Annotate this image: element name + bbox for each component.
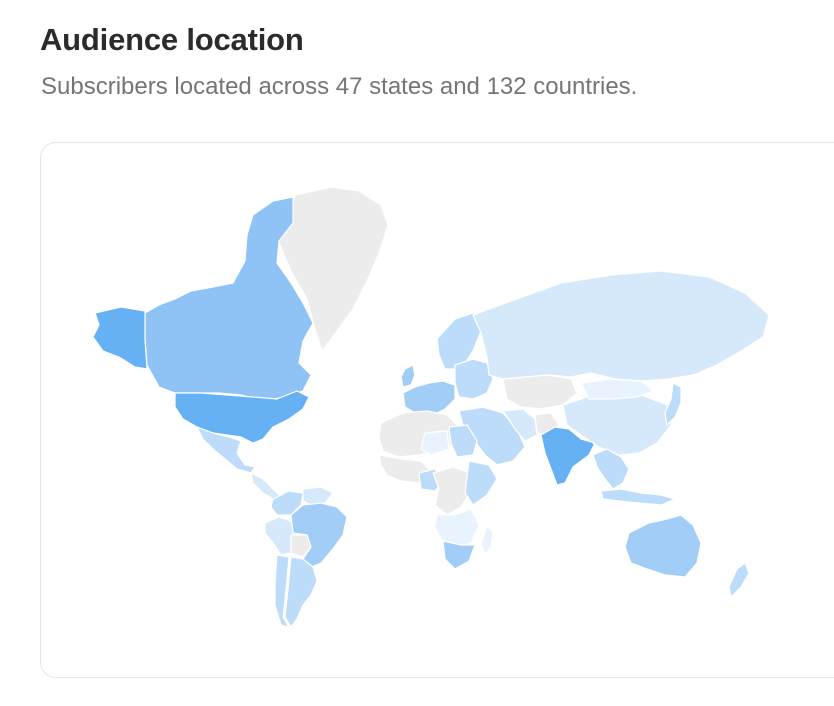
- region-venezuela[interactable]: [302, 486, 334, 506]
- section-subtitle: Subscribers located across 47 states and…: [41, 73, 638, 100]
- region-libya[interactable]: [420, 430, 450, 456]
- region-japan[interactable]: [664, 382, 682, 426]
- region-southern-africa[interactable]: [434, 508, 480, 548]
- map-card: [40, 142, 834, 678]
- region-madagascar[interactable]: [480, 526, 494, 556]
- region-south-africa[interactable]: [442, 540, 476, 570]
- region-argentina[interactable]: [284, 556, 318, 628]
- region-east-africa[interactable]: [464, 460, 498, 506]
- region-indonesia[interactable]: [600, 488, 676, 506]
- region-central-america[interactable]: [250, 472, 282, 500]
- region-western-europe[interactable]: [402, 380, 456, 416]
- audience-location-panel: Audience location Subscribers located ac…: [0, 0, 834, 706]
- region-united-states[interactable]: [174, 390, 310, 444]
- region-australia[interactable]: [624, 514, 702, 578]
- region-new-zealand[interactable]: [728, 562, 750, 598]
- section-title: Audience location: [40, 22, 304, 57]
- region-alaska[interactable]: [92, 306, 148, 370]
- region-united-kingdom[interactable]: [400, 364, 416, 388]
- region-canada[interactable]: [144, 196, 314, 402]
- world-map: [92, 186, 770, 628]
- region-russia[interactable]: [472, 270, 770, 382]
